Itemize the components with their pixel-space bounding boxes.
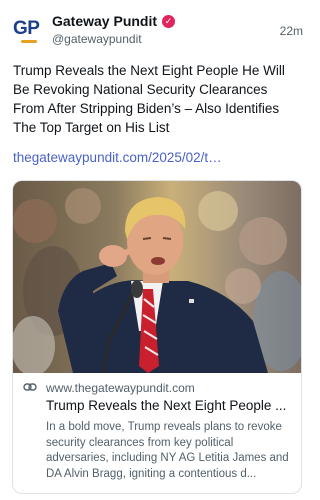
- author-handle[interactable]: @gatewaypundit: [52, 32, 142, 46]
- verified-badge-icon: ✓: [162, 14, 176, 28]
- link-preview-card[interactable]: www.thegatewaypundit.com Trump Reveals t…: [12, 180, 302, 494]
- post-header: GP Gateway Pundit ✓ @gatewaypundit 22m: [13, 10, 303, 50]
- post-link[interactable]: thegatewaypundit.com/2025/02/t…: [13, 150, 222, 165]
- link-icon: [23, 383, 37, 391]
- post-timestamp: 22m: [279, 24, 303, 38]
- card-domain: www.thegatewaypundit.com: [46, 381, 195, 395]
- avatar[interactable]: GP: [13, 18, 47, 48]
- card-body: www.thegatewaypundit.com Trump Reveals t…: [13, 373, 301, 493]
- avatar-logo-text: GP: [13, 18, 40, 39]
- card-description: In a bold move, Trump reveals plans to r…: [46, 421, 289, 480]
- author-name-row: Gateway Pundit ✓: [52, 13, 176, 29]
- author-display-name[interactable]: Gateway Pundit: [52, 13, 157, 29]
- logo-swoosh-icon: [21, 40, 37, 43]
- post-text: Trump Reveals the Next Eight People He W…: [13, 63, 285, 135]
- article-photo: [13, 181, 301, 373]
- card-title[interactable]: Trump Reveals the Next Eight People ...: [46, 398, 294, 413]
